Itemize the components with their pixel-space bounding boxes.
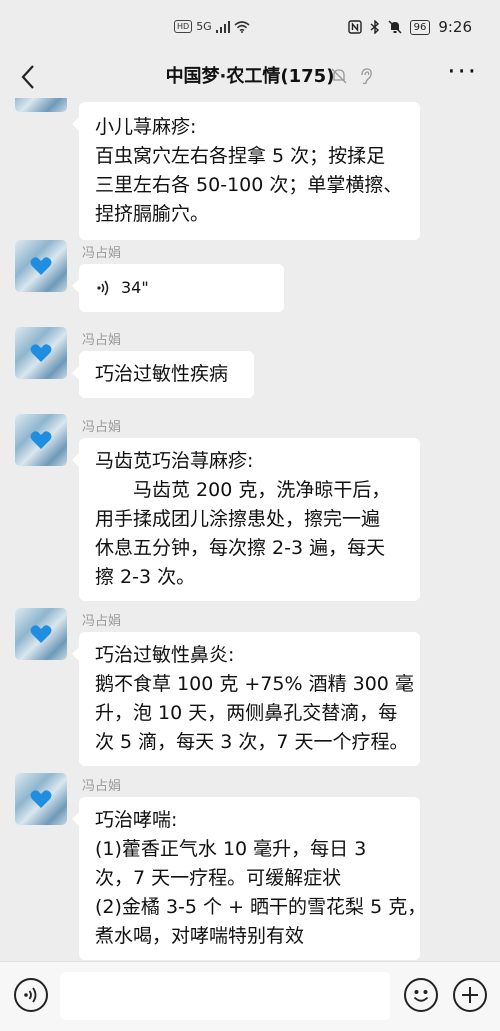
header-status-icons <box>330 67 374 85</box>
system-indicators: 96 9:26 <box>347 18 472 36</box>
message-line: 次 5 滴，每天 3 次，7 天一个疗程。 <box>95 731 409 753</box>
message-bubble[interactable]: 巧治过敏性疾病 <box>72 351 254 398</box>
clock: 9:26 <box>438 18 472 36</box>
status-bar: HD 5G 96 9:26 <box>0 0 500 56</box>
more-options-button[interactable]: ··· <box>447 59 478 85</box>
voice-wave-icon <box>24 987 37 1003</box>
message-line: 百虫窝穴左右各捏拿 5 次；按揉足 <box>95 145 386 167</box>
heart-icon <box>30 431 52 449</box>
message-line: 马齿苋 200 克，洗净晾干后， <box>95 479 391 501</box>
message-line: 鹅不食草 100 克 +75% 酒精 300 毫 <box>95 673 414 695</box>
emoji-button[interactable] <box>404 978 438 1012</box>
message-bubble[interactable]: 巧治过敏性鼻炎: 鹅不食草 100 克 +75% 酒精 300 毫 升，泡 10… <box>72 632 420 766</box>
message-line: 小儿荨麻疹: <box>95 116 197 138</box>
sender-name: 冯占娟 <box>82 246 122 261</box>
message-list[interactable]: 小儿荨麻疹: 百虫窝穴左右各捏拿 5 次；按揉足 三里左右各 50-100 次；… <box>0 98 500 961</box>
network-indicators: HD 5G <box>174 20 250 33</box>
message-line: 次，7 天一疗程。可缓解症状 <box>95 867 342 889</box>
heart-icon <box>30 257 52 275</box>
hd-badge: HD <box>174 20 193 33</box>
message-bubble[interactable]: 小儿荨麻疹: 百虫窝穴左右各捏拿 5 次；按揉足 三里左右各 50-100 次；… <box>72 102 420 240</box>
message-line: 马齿苋巧治荨麻疹: <box>95 450 254 472</box>
heart-icon <box>30 625 52 643</box>
mute-notifications-icon <box>331 68 347 84</box>
avatar[interactable] <box>15 240 67 292</box>
message-bubble[interactable]: 马齿苋巧治荨麻疹: 马齿苋 200 克，洗净晾干后， 用手揉成团儿涂擦患处，擦完… <box>72 438 420 601</box>
network-type: 5G <box>196 20 212 33</box>
sender-name: 冯占娟 <box>82 420 122 435</box>
earpiece-mode-icon <box>361 68 372 85</box>
avatar[interactable] <box>15 414 67 466</box>
message-line: 擦 2-3 次。 <box>95 566 196 588</box>
sender-name: 冯占娟 <box>82 614 122 629</box>
voice-duration: 34" <box>121 278 149 297</box>
heart-icon <box>30 790 52 808</box>
sender-name: 冯占娟 <box>82 333 122 348</box>
message-bubble[interactable]: 巧治哮喘: (1)藿香正气水 10 毫升，每日 3 次，7 天一疗程。可缓解症状… <box>72 797 427 960</box>
signal-icon <box>215 20 230 33</box>
battery-indicator: 96 <box>409 19 431 35</box>
avatar[interactable] <box>15 98 67 112</box>
avatar[interactable] <box>15 608 67 660</box>
message-line: 升，泡 10 天，两侧鼻孔交替滴，每 <box>95 702 398 724</box>
message-line: 巧治过敏性疾病 <box>95 363 229 385</box>
message-line: 巧治过敏性鼻炎: <box>95 644 235 666</box>
voice-message-bubble[interactable]: 34" <box>72 264 284 312</box>
voice-input-button[interactable] <box>14 978 48 1012</box>
input-bar <box>0 961 500 1031</box>
plus-icon <box>462 987 478 1003</box>
message-line: 用手揉成团儿涂擦患处，擦完一遍 <box>95 508 381 530</box>
message-line: (1)藿香正气水 10 毫升，每日 3 <box>95 838 367 860</box>
heart-icon <box>30 344 52 362</box>
wifi-icon <box>234 20 250 33</box>
sender-name: 冯占娟 <box>82 779 122 794</box>
avatar[interactable] <box>15 327 67 379</box>
bluetooth-icon <box>370 20 379 34</box>
emoji-icon <box>413 990 429 1002</box>
message-line: 煮水喝，对哮喘特别有效 <box>95 925 305 947</box>
message-line: 捏挤膈腧穴。 <box>95 203 210 225</box>
message-line: 巧治哮喘: <box>95 809 178 831</box>
mute-bell-icon <box>388 20 402 34</box>
nfc-icon <box>347 20 362 34</box>
chat-header: 中国梦·农工情(175) ··· <box>0 56 500 98</box>
message-line: 休息五分钟，每次擦 2-3 遍，每天 <box>95 537 386 559</box>
chat-title: 中国梦·农工情(175) <box>165 66 335 87</box>
avatar[interactable] <box>15 773 67 825</box>
message-line: (2)金橘 3-5 个 + 晒干的雪花梨 5 克， <box>95 896 427 918</box>
voice-wave-icon <box>97 280 109 295</box>
message-input[interactable] <box>60 972 390 1020</box>
more-functions-button[interactable] <box>453 978 487 1012</box>
message-line: 三里左右各 50-100 次；单掌横擦、 <box>95 174 403 196</box>
